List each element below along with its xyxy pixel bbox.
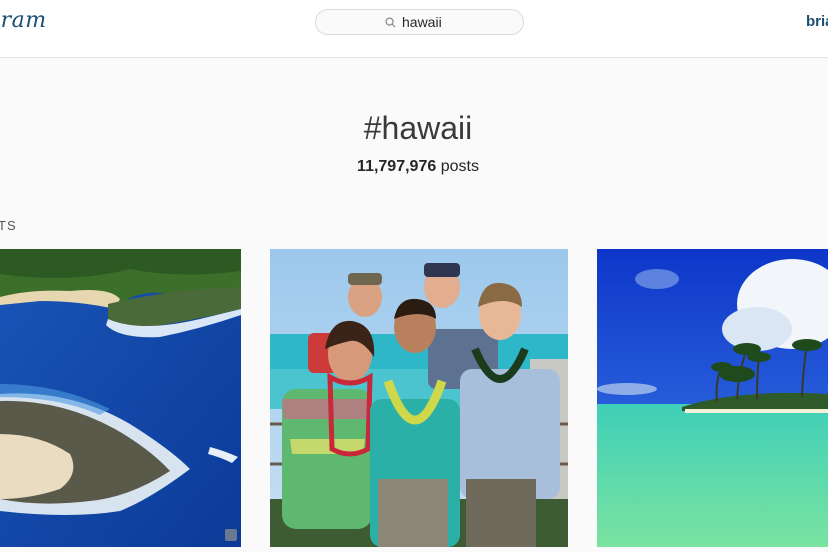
aerial-coast-image xyxy=(0,249,241,547)
section-label: TS xyxy=(0,218,17,233)
beach-image xyxy=(597,249,828,547)
user-profile-link[interactable]: bria xyxy=(806,13,828,30)
search-input[interactable] xyxy=(402,14,454,30)
instagram-logo[interactable]: gram xyxy=(0,8,47,33)
post-thumbnail-2[interactable] xyxy=(270,249,568,547)
search-box[interactable] xyxy=(315,9,524,35)
search-icon xyxy=(385,16,396,28)
post-count: 11,797,976 posts xyxy=(0,158,828,176)
post-count-number: 11,797,976 xyxy=(357,158,437,175)
family-photo-image xyxy=(270,249,568,547)
top-navigation: gram bria xyxy=(0,0,828,58)
post-thumbnail-1[interactable] xyxy=(0,249,241,547)
hashtag-title: #hawaii xyxy=(363,110,473,146)
post-thumbnail-3[interactable] xyxy=(597,249,828,547)
post-count-suffix: posts xyxy=(436,158,479,175)
